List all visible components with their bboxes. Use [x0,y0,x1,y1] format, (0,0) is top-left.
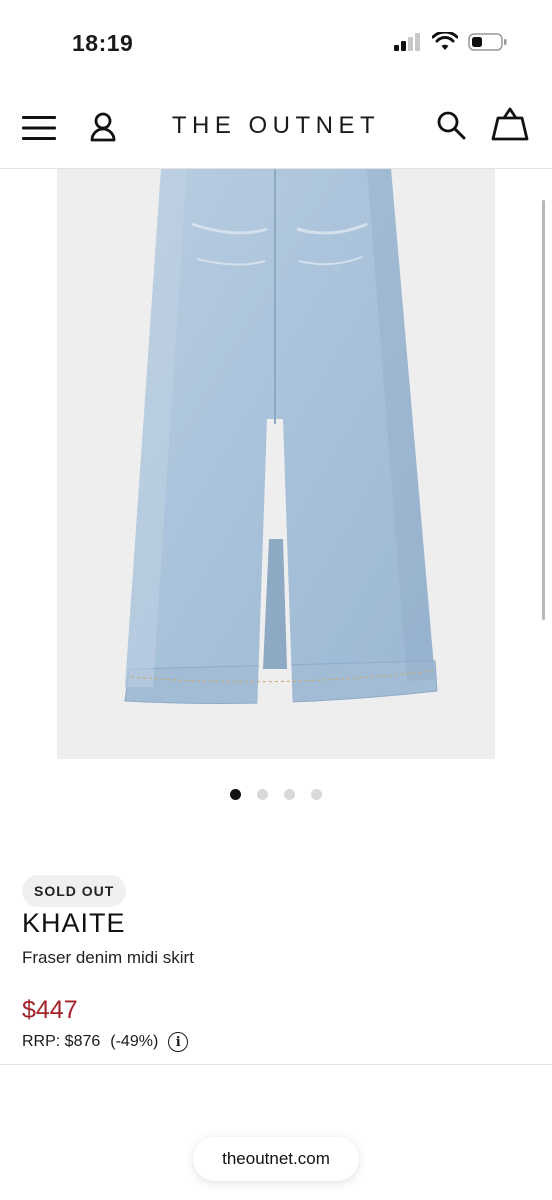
status-icons [394,30,508,57]
designer-name[interactable]: KHAITE [22,908,126,939]
bag-icon[interactable] [490,106,530,142]
cellular-signal-icon [394,33,422,56]
info-icon[interactable]: i [168,1032,189,1052]
carousel-dot-3[interactable] [284,789,295,800]
product-name: Fraser denim midi skirt [22,948,194,967]
carousel-dot-1[interactable] [230,789,241,800]
site-header: THE OUTNET [0,90,552,169]
carousel-dot-2[interactable] [257,789,268,800]
brand-logo[interactable]: THE OUTNET [0,112,552,140]
battery-icon [468,32,508,57]
sold-out-badge: SOLD OUT [22,875,127,907]
rrp-price: RRP: $876 [22,1033,101,1050]
scroll-indicator [542,200,545,620]
discount-percent: (-49%) [110,1033,159,1050]
browser-url-bar[interactable]: theoutnet.com [193,1137,359,1181]
wifi-icon [431,30,459,57]
status-time: 18:19 [72,30,134,56]
divider [0,1064,552,1065]
sale-price: $447 [22,996,78,1024]
carousel-dots [0,789,552,800]
rrp-row: RRP: $876 (-49%) i [22,1032,189,1052]
carousel-dot-4[interactable] [311,789,322,800]
product-image [124,169,438,714]
product-image-gallery[interactable] [57,169,495,759]
search-icon[interactable] [434,108,468,142]
status-bar: 18:19 [0,0,552,90]
